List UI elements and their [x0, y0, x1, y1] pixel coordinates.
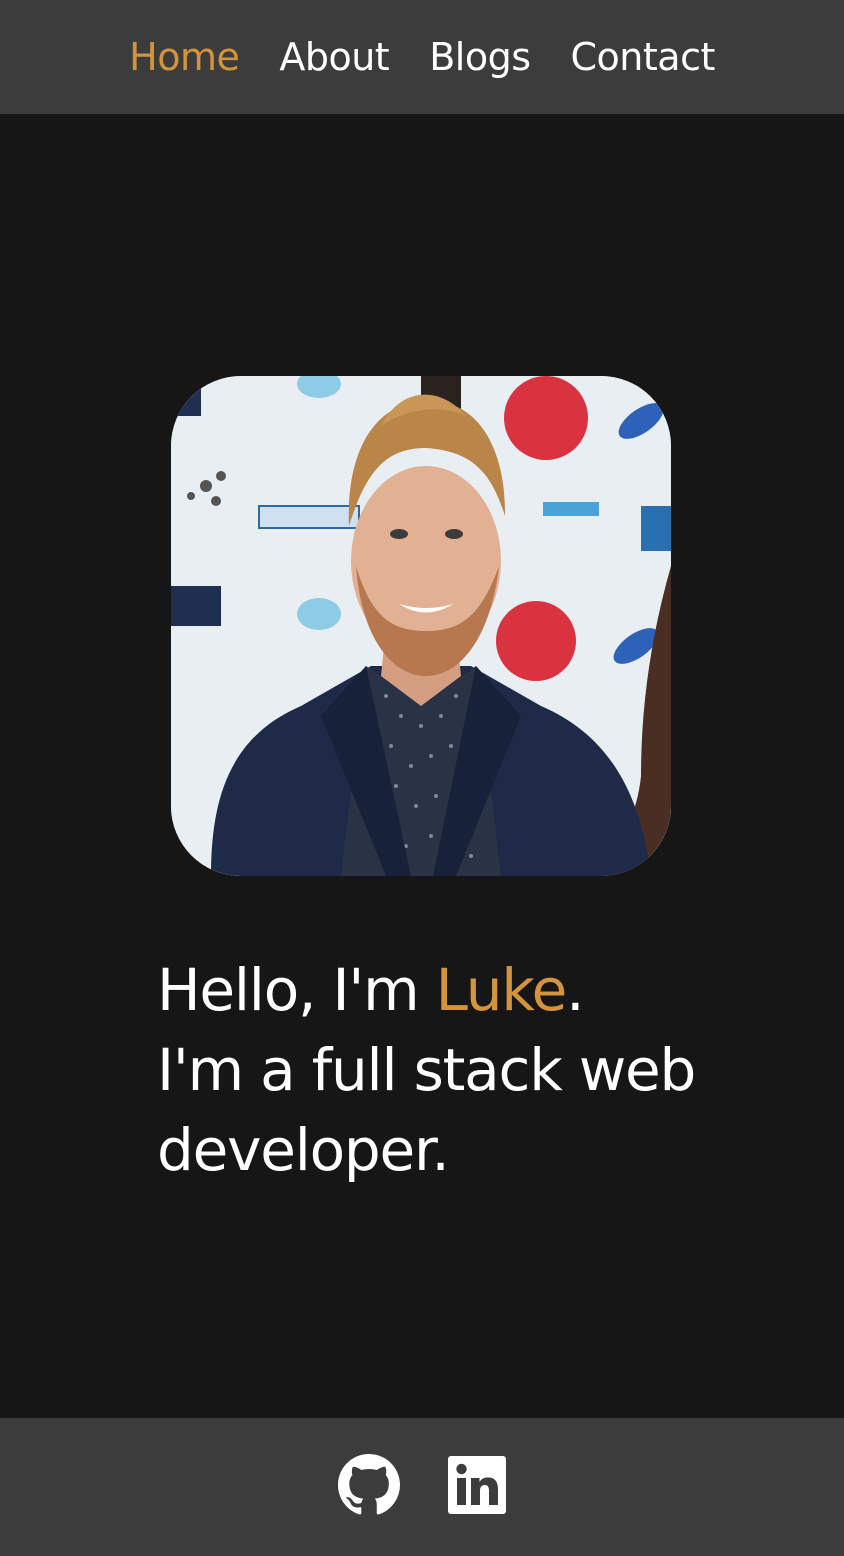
footer: [0, 1418, 844, 1556]
profile-photo: [171, 376, 671, 876]
top-nav: Home About Blogs Contact: [0, 0, 844, 114]
nav-contact-link[interactable]: Contact: [571, 35, 716, 79]
intro-tagline: I'm a full stack web developer.: [157, 1036, 696, 1184]
profile-photo-illustration: [171, 376, 671, 876]
nav-home-link[interactable]: Home: [129, 35, 240, 79]
intro-text: Hello, I'm Luke. I'm a full stack web de…: [157, 950, 717, 1190]
nav-blogs-link[interactable]: Blogs: [429, 35, 531, 79]
linkedin-icon: [448, 1456, 506, 1514]
intro-greeting: Hello, I'm: [157, 956, 436, 1024]
intro-name: Luke: [435, 956, 568, 1024]
github-link[interactable]: [338, 1454, 400, 1520]
nav-about-link[interactable]: About: [279, 35, 389, 79]
github-icon: [338, 1454, 400, 1515]
intro-period: .: [566, 956, 584, 1024]
linkedin-link[interactable]: [448, 1456, 506, 1518]
